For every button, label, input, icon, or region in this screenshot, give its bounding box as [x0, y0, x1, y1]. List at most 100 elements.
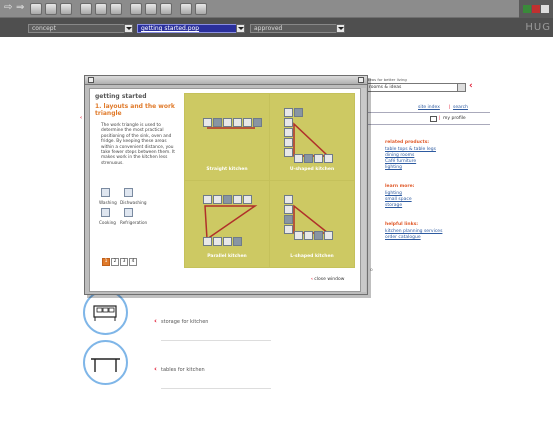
- minimize-icon[interactable]: [541, 5, 549, 13]
- cabinet-unit: [223, 195, 232, 204]
- storage-circle[interactable]: [83, 290, 128, 335]
- cabinet-unit: [243, 118, 252, 127]
- page-button[interactable]: 2: [111, 258, 119, 266]
- learn-more-link[interactable]: storage: [385, 203, 402, 208]
- page-button[interactable]: 1: [102, 258, 110, 266]
- go-arrow-icon[interactable]: ‹: [469, 81, 473, 91]
- page-button[interactable]: 4: [129, 258, 137, 266]
- browser-toolbar: ⇨ ⇒: [0, 0, 553, 18]
- layout-caption: Parallel kitchen: [207, 254, 247, 259]
- window-titlebar[interactable]: [85, 76, 367, 85]
- helpful-link[interactable]: order catalogue: [385, 235, 421, 240]
- window-icon[interactable]: [160, 3, 172, 15]
- related-link[interactable]: lighting: [385, 165, 402, 170]
- left-caret-icon: ‹: [80, 115, 83, 121]
- cabinet-unit: [223, 118, 232, 127]
- learn-more-link[interactable]: small space: [385, 197, 412, 202]
- find-icon[interactable]: [80, 3, 92, 15]
- nav-divider: [368, 112, 490, 113]
- cabinet-unit: [284, 225, 293, 234]
- cabinet-unit: [284, 195, 293, 204]
- chevron-down-icon[interactable]: [124, 24, 133, 33]
- window-close-box[interactable]: [88, 77, 94, 83]
- print-icon[interactable]: [95, 3, 107, 15]
- cabinet-unit: [324, 231, 333, 240]
- layout-caption: Straight kitchen: [206, 167, 248, 172]
- close-arrow-icon: ‹: [311, 277, 313, 282]
- cabinet-unit: [284, 205, 293, 214]
- rooms-ideas-value: rooms & ideas: [369, 85, 402, 90]
- document-select-value: getting started.pop: [141, 25, 200, 32]
- table-icon: [91, 358, 120, 372]
- forward-arrow-icon[interactable]: ⇒: [16, 2, 24, 14]
- cabinet-unit: [243, 195, 252, 204]
- helpful-link[interactable]: kitchen planning services: [385, 229, 442, 234]
- search-link[interactable]: search: [453, 105, 468, 110]
- cabinet-unit: [213, 195, 222, 204]
- favorites-icon[interactable]: [145, 3, 157, 15]
- page-button[interactable]: 3: [120, 258, 128, 266]
- cooking-icon: [101, 208, 110, 217]
- view-icon[interactable]: [180, 3, 192, 15]
- learn-more-link[interactable]: lighting: [385, 191, 402, 196]
- profile-divider: [368, 124, 490, 125]
- cabinet-unit: [294, 231, 303, 240]
- brand-label: HUG: [525, 22, 551, 33]
- cabinet-unit: [284, 108, 293, 117]
- storage-arrow-icon: ‹: [154, 317, 157, 325]
- tools-icon[interactable]: [110, 3, 122, 15]
- related-link[interactable]: table tops & table legs: [385, 147, 436, 152]
- site-index-link[interactable]: site index: [418, 105, 440, 110]
- document-select-bar: concept getting started.pop approved: [0, 18, 553, 37]
- my-profile-link[interactable]: my profile: [443, 116, 466, 121]
- modal-title: getting started: [95, 93, 147, 100]
- document-select[interactable]: getting started.pop: [137, 24, 245, 33]
- storage-divider: [161, 340, 271, 341]
- section-heading: 1. layouts and the work triangle: [95, 103, 175, 117]
- storage-for-kitchen-link[interactable]: storage for kitchen: [161, 319, 208, 325]
- status-red-icon: [532, 5, 540, 13]
- tables-for-kitchen-link[interactable]: tables for kitchen: [161, 367, 205, 373]
- cabinet-unit: [284, 215, 293, 224]
- cabinet-unit: [233, 195, 242, 204]
- cabinet-unit: [284, 138, 293, 147]
- layout-caption: U-shaped kitchen: [289, 167, 335, 172]
- status-select[interactable]: approved: [250, 24, 345, 33]
- washing-icon: [101, 188, 110, 197]
- concept-select[interactable]: concept: [28, 24, 133, 33]
- cabinet-unit: [294, 154, 303, 163]
- chevron-down-icon[interactable]: [236, 24, 245, 33]
- refrigeration-icon: [124, 208, 133, 217]
- cabinet-unit: [294, 108, 303, 117]
- rooms-ideas-select[interactable]: rooms & ideas: [366, 83, 466, 92]
- text-fragment: o: [370, 268, 373, 273]
- learn-more-title: learn more:: [385, 184, 415, 189]
- profile-separator: |: [439, 116, 441, 121]
- grid-icon[interactable]: [195, 3, 207, 15]
- close-window-label[interactable]: close window: [314, 277, 344, 282]
- back-arrow-icon[interactable]: ⇨: [4, 2, 12, 14]
- cabinet-unit: [304, 231, 313, 240]
- close-window-link[interactable]: ‹ close window: [311, 277, 344, 282]
- cabinet-unit: [284, 128, 293, 137]
- related-link[interactable]: dining rooms: [385, 153, 414, 158]
- chevron-down-icon[interactable]: [336, 24, 345, 33]
- history-icon[interactable]: [30, 3, 42, 15]
- related-link[interactable]: Café furniture: [385, 159, 416, 164]
- cabinet-unit: [203, 118, 212, 127]
- status-select-value: approved: [254, 25, 283, 32]
- straight-kitchen-diagram: Straight kitchen: [185, 94, 269, 180]
- chevron-down-icon[interactable]: [457, 84, 465, 91]
- ideas-label: ideas for better living: [366, 77, 407, 82]
- window-zoom-box[interactable]: [358, 77, 364, 83]
- layout-caption: L-shaped kitchen: [290, 254, 334, 259]
- tables-circle[interactable]: [83, 340, 128, 385]
- legend-label: Washing: [99, 200, 117, 205]
- work-triangle-description: The work triangle is used to determine t…: [101, 123, 175, 166]
- page-icon[interactable]: [60, 3, 72, 15]
- shape-icon[interactable]: [130, 3, 142, 15]
- cabinet-unit: [223, 237, 232, 246]
- legend-label: Dishwashing: [120, 200, 147, 205]
- home-icon[interactable]: [45, 3, 57, 15]
- cabinet-unit: [213, 237, 222, 246]
